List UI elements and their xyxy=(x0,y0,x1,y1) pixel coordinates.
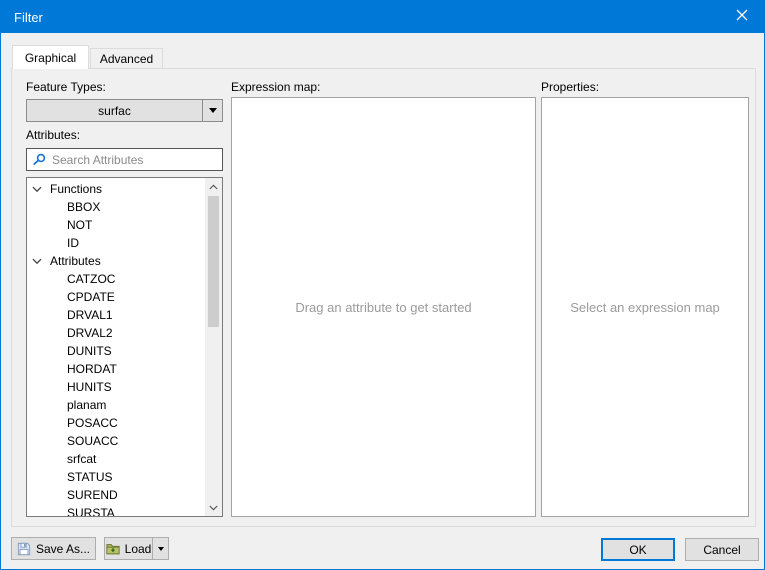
tree-row-label: HORDAT xyxy=(67,362,117,376)
filter-dialog: Filter Graphical Advanced Feature Types:… xyxy=(0,0,765,570)
tab-advanced[interactable]: Advanced xyxy=(90,48,163,68)
ok-label: OK xyxy=(629,543,646,557)
load-button[interactable]: Load xyxy=(104,537,169,560)
tab-graphical[interactable]: Graphical xyxy=(12,45,89,69)
window-title: Filter xyxy=(1,10,43,25)
tree-row-label: srfcat xyxy=(67,452,96,466)
tree-item-sursta[interactable]: SURSTA xyxy=(27,504,205,516)
search-attributes-input[interactable] xyxy=(52,153,216,167)
close-icon xyxy=(736,9,748,24)
tree-row-label: Attributes xyxy=(50,254,101,268)
feature-types-dropdown-button[interactable] xyxy=(202,100,222,121)
tree-item-planam[interactable]: planam xyxy=(27,396,205,414)
tree-row-label: STATUS xyxy=(67,470,113,484)
feature-types-label: Feature Types: xyxy=(26,80,106,94)
tree-item-dunits[interactable]: DUNITS xyxy=(27,342,205,360)
tree-item-souacc[interactable]: SOUACC xyxy=(27,432,205,450)
ok-button[interactable]: OK xyxy=(601,538,675,561)
tree-item-surend[interactable]: SUREND xyxy=(27,486,205,504)
tree-item-not[interactable]: NOT xyxy=(27,216,205,234)
tree-row-label: NOT xyxy=(67,218,92,232)
search-icon xyxy=(33,153,46,166)
tree-row-label: POSACC xyxy=(67,416,118,430)
close-button[interactable] xyxy=(719,1,764,32)
tree-row-label: SUREND xyxy=(67,488,118,502)
folder-download-icon xyxy=(106,542,120,555)
scrollbar-thumb[interactable] xyxy=(208,196,219,327)
attributes-label: Attributes: xyxy=(26,128,80,142)
cancel-label: Cancel xyxy=(703,543,740,557)
save-as-button[interactable]: Save As... xyxy=(11,537,96,560)
tree-row-label: CATZOC xyxy=(67,272,115,286)
tree-item-hordat[interactable]: HORDAT xyxy=(27,360,205,378)
properties-label: Properties: xyxy=(541,80,599,94)
titlebar: Filter xyxy=(1,1,764,33)
tree-group-attributes[interactable]: Attributes xyxy=(27,252,205,270)
attributes-tree: Functions BBOX NOT ID Attributes CATZOC CPDATE… xyxy=(27,180,205,516)
tree-row-label: HUNITS xyxy=(67,380,112,394)
tree-row-label: DRVAL1 xyxy=(67,308,113,322)
tree-row-label: planam xyxy=(67,398,106,412)
tree-item-hunits[interactable]: HUNITS xyxy=(27,378,205,396)
save-as-label: Save As... xyxy=(36,542,90,556)
chevron-down-icon[interactable] xyxy=(32,258,46,265)
floppy-disk-icon xyxy=(17,542,31,556)
expression-map-panel[interactable]: Drag an attribute to get started xyxy=(231,97,536,517)
scroll-up-button[interactable] xyxy=(205,178,222,195)
tree-row-label: SOUACC xyxy=(67,434,118,448)
scroll-down-button[interactable] xyxy=(205,499,222,516)
chevron-down-icon[interactable] xyxy=(32,186,46,193)
tree-row-label: ID xyxy=(67,236,79,250)
tree-row-label: Functions xyxy=(50,182,102,196)
tree-item-drval2[interactable]: DRVAL2 xyxy=(27,324,205,342)
tree-group-functions[interactable]: Functions xyxy=(27,180,205,198)
tree-item-cpdate[interactable]: CPDATE xyxy=(27,288,205,306)
load-label: Load xyxy=(125,542,152,556)
tree-item-id[interactable]: ID xyxy=(27,234,205,252)
tree-item-drval1[interactable]: DRVAL1 xyxy=(27,306,205,324)
tree-row-label: DUNITS xyxy=(67,344,112,358)
tree-row-label: SURSTA xyxy=(67,506,115,516)
expression-map-placeholder: Drag an attribute to get started xyxy=(295,300,471,315)
attributes-search-box xyxy=(26,148,223,171)
tab-advanced-label: Advanced xyxy=(100,52,153,66)
tree-item-bbox[interactable]: BBOX xyxy=(27,198,205,216)
tree-item-posacc[interactable]: POSACC xyxy=(27,414,205,432)
load-button-main[interactable]: Load xyxy=(105,538,152,559)
tree-item-status[interactable]: STATUS xyxy=(27,468,205,486)
tree-row-label: DRVAL2 xyxy=(67,326,113,340)
feature-types-value: surfac xyxy=(27,104,202,118)
load-dropdown-button[interactable] xyxy=(152,538,168,559)
chevron-down-icon xyxy=(209,505,218,511)
tree-item-catzoc[interactable]: CATZOC xyxy=(27,270,205,288)
attributes-scrollbar[interactable] xyxy=(205,178,222,516)
cancel-button[interactable]: Cancel xyxy=(685,538,759,561)
properties-placeholder: Select an expression map xyxy=(570,300,720,315)
expression-map-label: Expression map: xyxy=(231,80,320,94)
feature-types-combobox[interactable]: surfac xyxy=(26,99,223,122)
chevron-up-icon xyxy=(209,184,218,190)
properties-panel: Select an expression map xyxy=(541,97,749,517)
tree-item-srfcat[interactable]: srfcat xyxy=(27,450,205,468)
chevron-down-icon xyxy=(209,108,217,113)
tab-graphical-label: Graphical xyxy=(25,51,76,65)
attributes-listbox[interactable]: Functions BBOX NOT ID Attributes CATZOC CPDATE… xyxy=(26,177,223,517)
tree-row-label: CPDATE xyxy=(67,290,115,304)
tree-row-label: BBOX xyxy=(67,200,100,214)
chevron-down-icon xyxy=(158,547,164,551)
